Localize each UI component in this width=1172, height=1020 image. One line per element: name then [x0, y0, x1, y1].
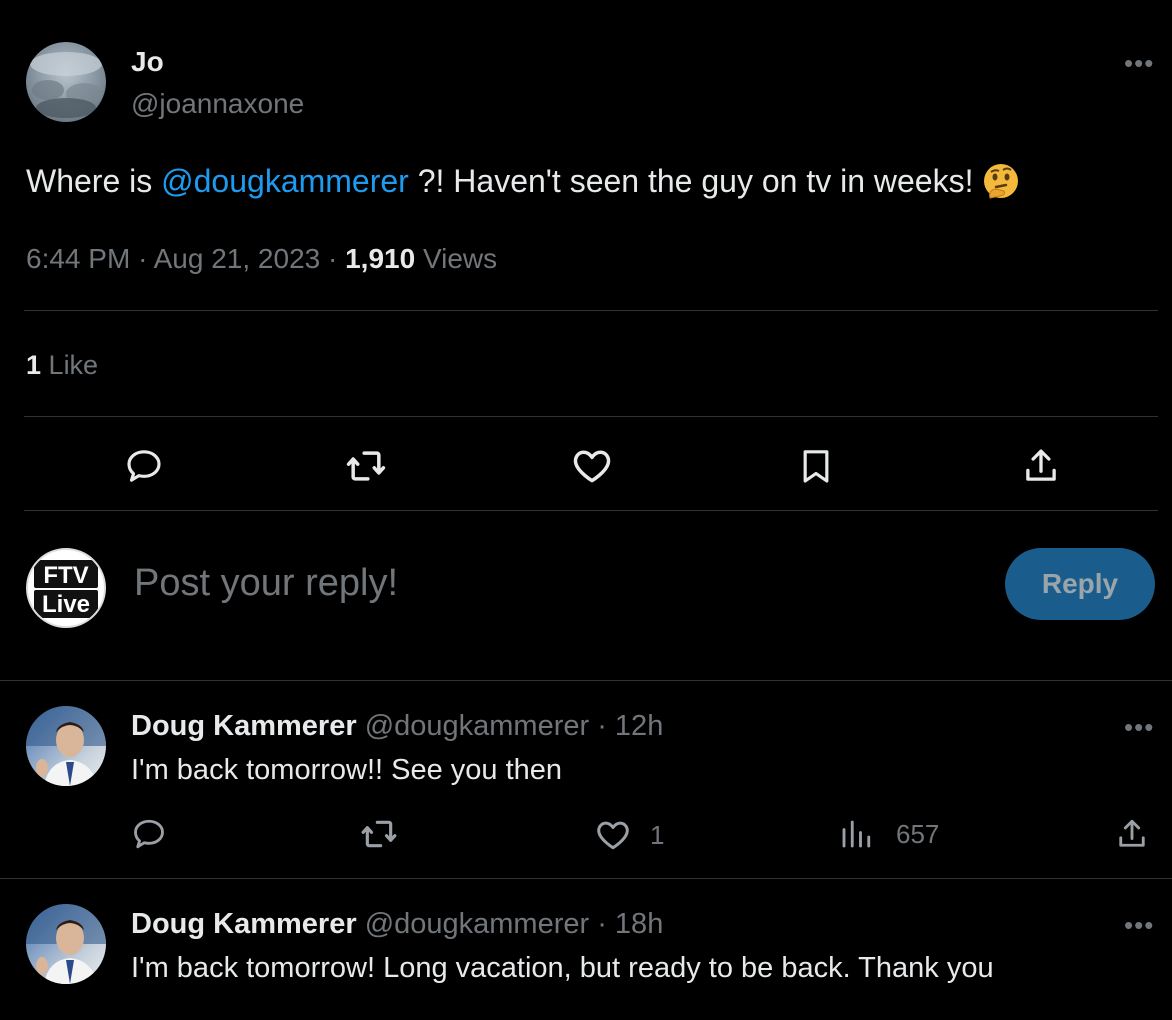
- views-count: 1,910: [345, 243, 416, 274]
- views-label: Views: [422, 243, 498, 274]
- share-icon[interactable]: [1114, 814, 1150, 854]
- bookmark-icon[interactable]: [796, 444, 836, 488]
- more-options-icon[interactable]: •••: [1124, 912, 1154, 938]
- tweet-time[interactable]: 6:44 PM: [26, 243, 130, 274]
- divider: [0, 878, 1172, 879]
- tweet-text-part: Where is: [26, 163, 162, 199]
- reply-icon[interactable]: [130, 816, 168, 852]
- logo-text-top: FTV: [43, 562, 88, 589]
- reply-text: I'm back tomorrow! Long vacation, but re…: [131, 952, 994, 984]
- divider: [24, 310, 1158, 311]
- tweet-meta: 6:44 PM · Aug 21, 2023 · 1,910 Views: [26, 243, 497, 275]
- reply-time[interactable]: · 12h: [597, 710, 663, 742]
- likes-summary[interactable]: 1 Like: [26, 350, 98, 381]
- reply-input[interactable]: Post your reply!: [134, 562, 398, 605]
- user-avatar[interactable]: FTV Live: [26, 548, 106, 628]
- like-icon: [594, 816, 632, 854]
- tweet-date[interactable]: Aug 21, 2023: [154, 243, 321, 274]
- reply-author-name[interactable]: Doug Kammerer: [131, 710, 357, 742]
- logo-text-bottom: Live: [42, 591, 90, 618]
- reply-button[interactable]: Reply: [1005, 548, 1155, 620]
- reply-author-handle[interactable]: @dougkammerer: [365, 710, 589, 742]
- meta-separator: ·: [138, 243, 148, 274]
- divider: [24, 510, 1158, 511]
- divider: [24, 416, 1158, 417]
- tweet-text-part: ?! Haven't seen the guy on tv in weeks!: [408, 163, 974, 199]
- tweet-text: Where is @dougkammerer ?! Haven't seen t…: [26, 162, 1020, 200]
- like-icon[interactable]: [570, 444, 614, 488]
- reply-header: Doug Kammerer @dougkammerer · 18h: [131, 908, 663, 941]
- like-count: 1: [650, 819, 665, 850]
- repost-icon[interactable]: [358, 814, 400, 854]
- author-display-name[interactable]: Jo: [131, 46, 164, 78]
- reply-icon[interactable]: [122, 446, 166, 486]
- reply-text: I'm back tomorrow!! See you then: [131, 754, 563, 786]
- ftv-live-logo: FTV Live: [29, 551, 103, 625]
- reply-author-name[interactable]: Doug Kammerer: [131, 908, 357, 940]
- divider: [0, 680, 1172, 681]
- share-icon[interactable]: [1020, 444, 1062, 488]
- likes-count: 1: [26, 350, 42, 380]
- mention-link[interactable]: @dougkammerer: [161, 163, 409, 199]
- meta-separator: ·: [328, 243, 338, 274]
- reply-header: Doug Kammerer @dougkammerer · 12h: [131, 710, 663, 743]
- analytics-icon: [838, 816, 874, 852]
- author-handle[interactable]: @joannaxone: [131, 88, 304, 120]
- more-options-icon[interactable]: •••: [1124, 50, 1154, 76]
- author-avatar[interactable]: [26, 42, 106, 122]
- reply-avatar[interactable]: [26, 904, 106, 984]
- reply-author-handle[interactable]: @dougkammerer: [365, 908, 589, 940]
- reply-button-label: Reply: [1041, 568, 1119, 599]
- views-action[interactable]: 657: [838, 816, 939, 852]
- like-action[interactable]: 1: [594, 816, 664, 854]
- thinking-emoji-icon: [982, 162, 1020, 200]
- reply-time[interactable]: · 18h: [597, 908, 663, 940]
- more-options-icon[interactable]: •••: [1124, 714, 1154, 740]
- repost-icon[interactable]: [342, 444, 390, 488]
- reply-avatar[interactable]: [26, 706, 106, 786]
- likes-label: Like: [48, 350, 99, 380]
- views-count: 657: [896, 818, 940, 849]
